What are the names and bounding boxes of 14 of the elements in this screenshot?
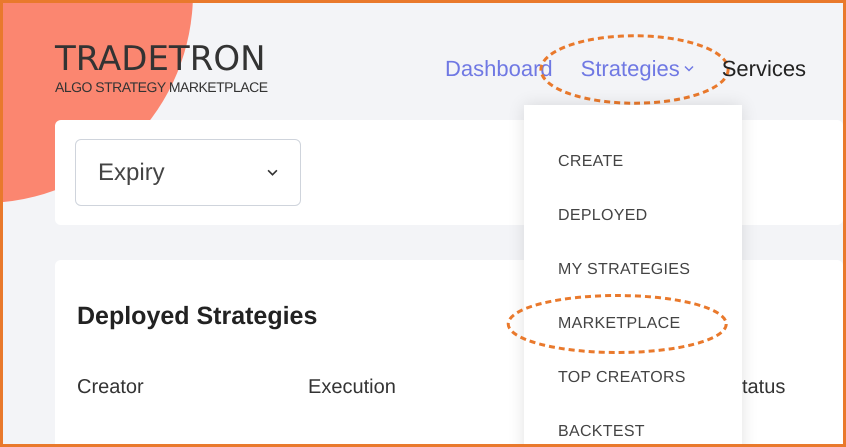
chevron-down-icon bbox=[684, 64, 694, 72]
menu-item[interactable]: DEPLOYED bbox=[558, 204, 648, 228]
nav-link[interactable]: Services bbox=[722, 56, 806, 80]
expiry-select[interactable]: Expiry bbox=[75, 139, 301, 206]
card-title: Deployed Strategies bbox=[77, 301, 318, 332]
menu-item[interactable]: CREATE bbox=[558, 150, 624, 174]
column-header: tatus bbox=[742, 376, 786, 398]
logo-tagline: ALGO STRATEGY MARKETPLACE bbox=[55, 78, 269, 96]
menu-item[interactable]: BACKTEST bbox=[558, 420, 645, 444]
column-header: Creator bbox=[77, 376, 144, 398]
menu-item[interactable]: TOP CREATORS bbox=[558, 366, 686, 390]
column-header: Execution bbox=[308, 376, 396, 398]
menu-item[interactable]: MY STRATEGIES bbox=[558, 258, 690, 282]
chevron-down-icon bbox=[267, 169, 278, 176]
